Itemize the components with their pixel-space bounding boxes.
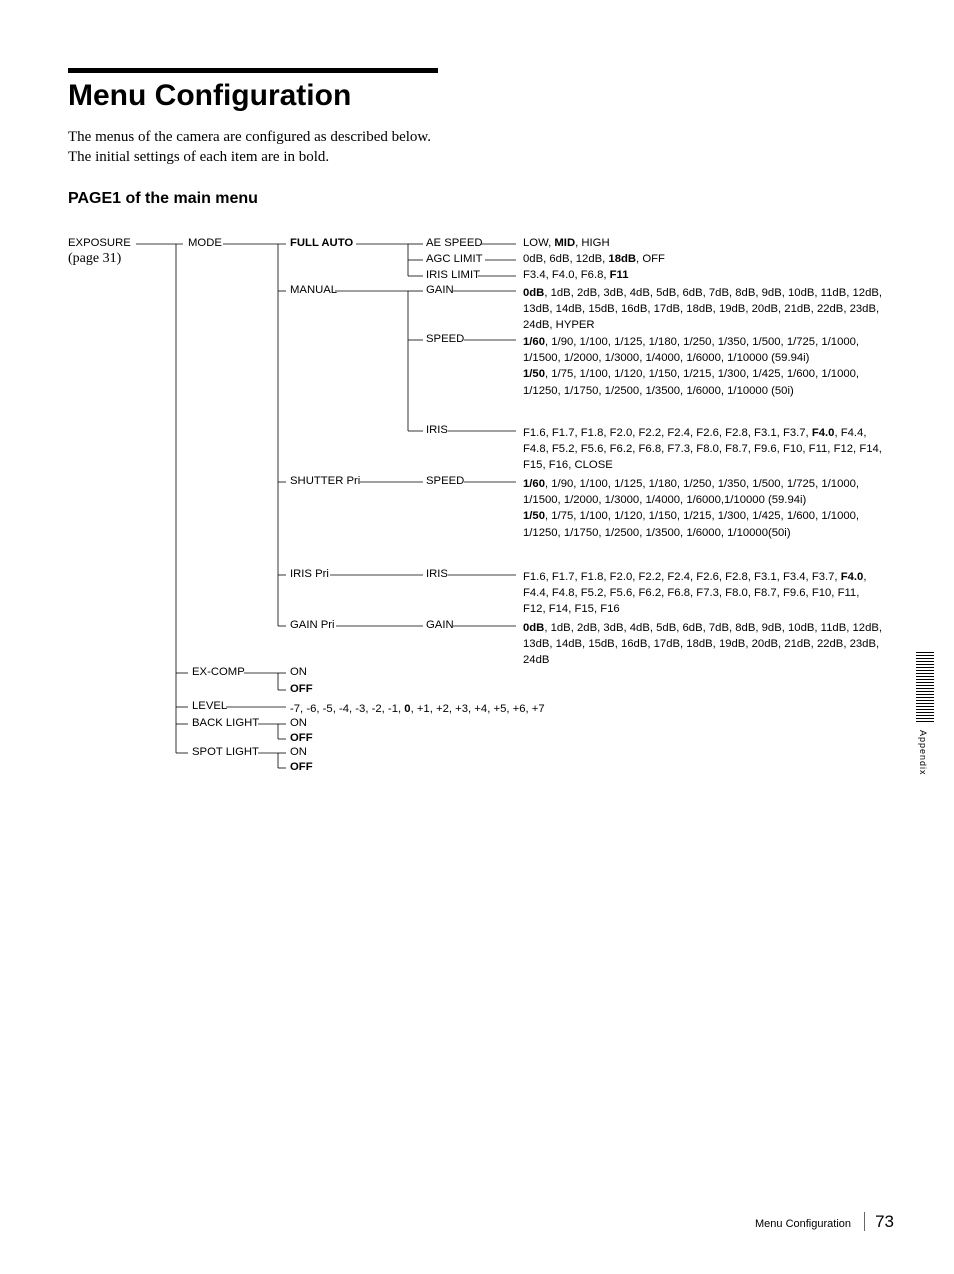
iris-pri-vals: F1.6, F1.7, F1.8, F2.0, F2.2, F2.4, F2.6… [523,569,883,618]
intro-line2: The initial settings of each item are in… [68,149,329,165]
manual-speed-vals: 1/60, 1/90, 1/100, 1/125, 1/180, 1/250, … [523,334,883,400]
section-heading: PAGE1 of the main menu [68,190,894,208]
manual-gain-vals: 0dB, 1dB, 2dB, 3dB, 4dB, 5dB, 6dB, 7dB, … [523,285,883,334]
iris-pri-label: IRIS Pri [290,569,329,580]
manual-iris-label: IRIS [426,425,448,436]
mode-label: MODE [188,238,222,249]
level-label: LEVEL [192,701,227,712]
ae-speed-label: AE SPEED [426,238,483,249]
ae-speed-vals: LOW, MID, HIGH [523,238,610,249]
level-vals: -7, -6, -5, -4, -3, -2, -1, 0, +1, +2, +… [290,701,690,717]
spot-light-label: SPOT LIGHT [192,747,259,758]
gainpri-gain-label: GAIN [426,620,454,631]
page-ref: (page 31) [68,252,121,266]
spotlight-off: OFF [290,762,313,773]
backlight-on: ON [290,718,307,729]
manual-speed-label: SPEED [426,334,464,345]
back-light-label: BACK LIGHT [192,718,259,729]
excomp-on: ON [290,667,307,678]
footer-title: Menu Configuration [755,1218,851,1230]
ex-comp-label: EX-COMP [192,667,245,678]
heading-rule [68,68,438,73]
tab-label: Appendix [918,730,928,776]
gain-pri-label: GAIN Pri [290,620,335,631]
manual-gain-label: GAIN [426,285,454,296]
iris-limit-label: IRIS LIMIT [426,270,480,281]
agc-limit-vals: 0dB, 6dB, 12dB, 18dB, OFF [523,254,665,265]
manual-iris-vals: F1.6, F1.7, F1.8, F2.0, F2.2, F2.4, F2.6… [523,425,883,474]
exposure-label: EXPOSURE [68,238,131,249]
agc-limit-label: AGC LIMIT [426,254,483,265]
full-auto-label: FULL AUTO [290,238,353,249]
shutter-pri-label: SHUTTER Pri [290,476,360,487]
thumb-tab: Appendix [912,652,934,781]
gain-pri-vals: 0dB, 1dB, 2dB, 3dB, 4dB, 5dB, 6dB, 7dB, … [523,620,883,669]
intro-line1: The menus of the camera are configured a… [68,129,431,145]
manual-label: MANUAL [290,285,337,296]
irispri-iris-label: IRIS [426,569,448,580]
excomp-off: OFF [290,684,313,695]
page-title: Menu Configuration [68,79,894,113]
page-number: 73 [864,1212,894,1231]
intro-text: The menus of the camera are configured a… [68,127,894,168]
menu-tree: EXPOSURE (page 31) MODE FULL AUTO MANUAL… [68,236,894,796]
iris-limit-vals: F3.4, F4.0, F6.8, F11 [523,270,629,281]
shutter-speed-label: SPEED [426,476,464,487]
tab-stripes-icon [916,652,934,722]
shutter-speed-vals: 1/60, 1/90, 1/100, 1/125, 1/180, 1/250, … [523,476,883,542]
spotlight-on: ON [290,747,307,758]
backlight-off: OFF [290,733,313,744]
page-footer: Menu Configuration 73 [755,1212,894,1232]
